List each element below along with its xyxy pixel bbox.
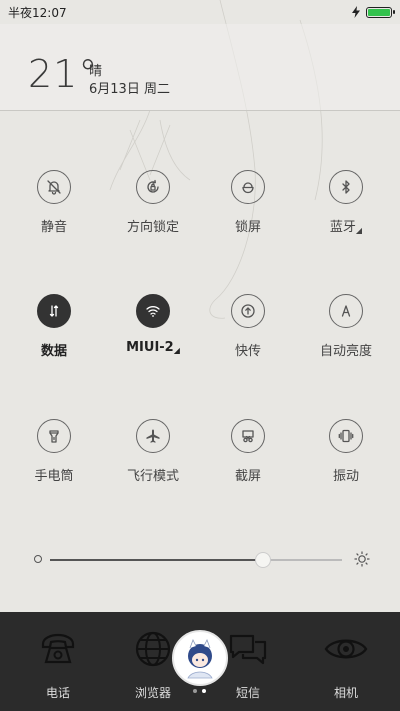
rotation-lock-icon	[147, 179, 159, 193]
auto-brightness-icon	[341, 305, 351, 317]
toggle-label: 静音	[40, 220, 67, 235]
quick-share-icon	[241, 304, 255, 318]
toggle-mobile-data[interactable]: 数据	[14, 294, 94, 359]
dock-label: 电话	[45, 686, 70, 700]
toggle-button[interactable]	[37, 419, 71, 453]
toggle-button[interactable]	[231, 170, 265, 204]
toggle-vibrate[interactable]: 振动	[306, 419, 386, 484]
toggle-label: 锁屏	[234, 220, 261, 235]
weather-widget[interactable]: 21° 晴 6月13日 周二	[0, 24, 400, 111]
weather-date: 6月13日 周二	[89, 82, 170, 97]
wifi-icon	[146, 306, 160, 317]
page-indicator	[193, 689, 206, 693]
toggle-airplane[interactable]: 飞行模式	[113, 419, 193, 484]
toggle-label: 手电筒	[34, 469, 74, 484]
toggle-label: 快传	[234, 344, 261, 359]
airplane-icon	[146, 429, 160, 443]
page-dot	[193, 689, 197, 693]
toggle-button[interactable]	[136, 294, 170, 328]
toggle-label: 自动亮度	[319, 344, 372, 359]
avatar-illustration	[187, 639, 213, 679]
toggle-flashlight[interactable]: 手电筒	[14, 419, 94, 484]
dock-label: 短信	[235, 686, 260, 700]
expand-corner-icon: ◢	[173, 346, 180, 355]
status-time: 半夜12:07	[8, 5, 67, 20]
toggle-lock[interactable]: 锁屏	[208, 170, 288, 235]
vibrate-icon	[338, 429, 354, 443]
toggle-wifi[interactable]: MIUI-2◢	[113, 294, 193, 355]
status-bar: 半夜12:07	[0, 0, 400, 24]
toggle-button[interactable]	[231, 294, 265, 328]
dock-app-eye-camera[interactable]: 相机	[306, 626, 386, 701]
toggle-label: 飞行模式	[126, 469, 179, 484]
toggle-button[interactable]	[329, 294, 363, 328]
dock-label: 相机	[333, 686, 358, 700]
message-icon	[229, 634, 267, 665]
toggle-label: 振动	[332, 469, 359, 484]
temperature: 21°	[28, 52, 99, 96]
toggle-button[interactable]	[136, 170, 170, 204]
brightness-slider[interactable]	[30, 550, 370, 570]
avatar[interactable]	[172, 630, 228, 686]
bluetooth-icon	[342, 180, 350, 194]
bell-off-icon	[47, 180, 61, 195]
brightness-thumb[interactable]	[255, 552, 272, 568]
toggle-label: 蓝牙◢	[329, 220, 363, 235]
toggle-button[interactable]	[329, 419, 363, 453]
toggle-label: MIUI-2◢	[126, 340, 180, 355]
page-dot	[202, 689, 206, 693]
toggle-rotation-lock[interactable]: 方向锁定	[113, 170, 193, 235]
toggle-quick-share[interactable]: 快传	[208, 294, 288, 359]
charging-bolt-icon	[352, 6, 360, 18]
toggle-bell-off[interactable]: 静音	[14, 170, 94, 235]
weather-condition: 晴	[89, 64, 103, 79]
brightness-high-icon	[354, 551, 370, 567]
toggle-button[interactable]	[136, 419, 170, 453]
eye-camera-icon	[324, 639, 368, 659]
toggle-screenshot[interactable]: 截屏	[208, 419, 288, 484]
brightness-track[interactable]	[50, 552, 342, 568]
toggle-button[interactable]	[329, 170, 363, 204]
dock-label: 浏览器	[134, 686, 171, 700]
toggle-label: 数据	[40, 344, 67, 359]
toggle-auto-brightness[interactable]: 自动亮度	[306, 294, 386, 359]
flashlight-icon	[49, 430, 59, 443]
mobile-data-icon	[49, 305, 59, 317]
brightness-low-icon	[34, 555, 42, 563]
toggle-button[interactable]	[37, 170, 71, 204]
toggle-label: 截屏	[234, 469, 261, 484]
toggle-button[interactable]	[231, 419, 265, 453]
lock-icon	[242, 182, 254, 194]
globe-icon	[135, 631, 171, 667]
phone-icon	[41, 633, 75, 664]
expand-corner-icon: ◢	[355, 226, 363, 235]
toggle-bluetooth[interactable]: 蓝牙◢	[306, 170, 386, 235]
toggle-label: 方向锁定	[126, 220, 179, 235]
screenshot-icon	[242, 430, 254, 443]
toggle-button[interactable]	[37, 294, 71, 328]
dock-app-phone[interactable]: 电话	[18, 626, 98, 701]
battery-icon	[366, 6, 395, 18]
